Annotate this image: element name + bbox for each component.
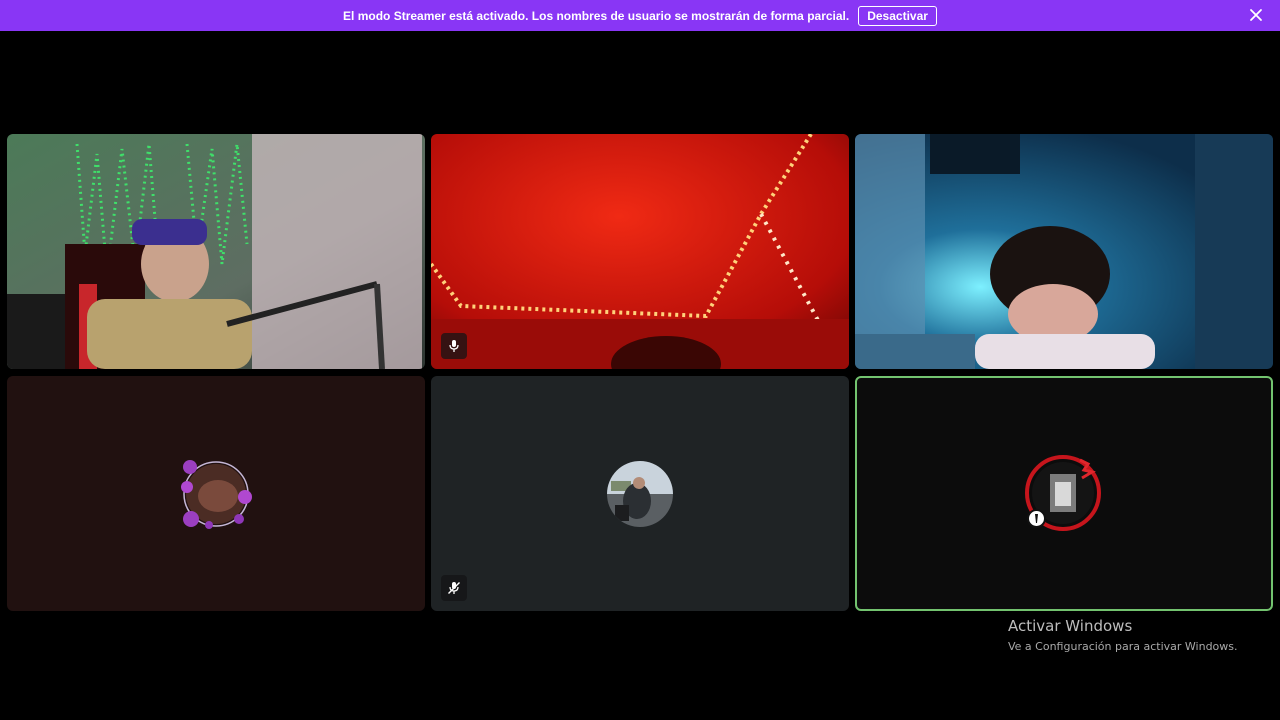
camera-feed-red-ceiling <box>431 134 849 369</box>
status-badge-icon <box>1027 509 1046 528</box>
outdoor-photo-avatar <box>607 460 673 527</box>
participant-tile-4[interactable] <box>7 376 425 611</box>
floral-frame-icon <box>181 459 252 529</box>
mic-off-icon <box>441 575 467 601</box>
watermark-title: Activar Windows <box>1008 617 1133 635</box>
video-tile-1[interactable] <box>7 134 425 369</box>
windows-activation-watermark: Activar Windows Ve a Configuración para … <box>1008 617 1238 653</box>
video-tile-2[interactable] <box>431 134 849 369</box>
participant-tile-6[interactable] <box>855 376 1273 611</box>
participant-tile-5[interactable] <box>431 376 849 611</box>
video-tile-3[interactable] <box>855 134 1273 369</box>
mic-muted-icon <box>441 333 467 359</box>
camera-feed-green-room <box>7 134 425 369</box>
streamer-mode-message: El modo Streamer está activado. Los nomb… <box>343 8 850 23</box>
deactivate-button[interactable]: Desactivar <box>858 5 937 26</box>
camera-feed-blue-room <box>855 134 1273 369</box>
streamer-mode-banner: El modo Streamer está activado. Los nomb… <box>0 0 1280 31</box>
close-icon[interactable] <box>1249 8 1263 22</box>
watermark-subtitle: Ve a Configuración para activar Windows. <box>1008 640 1238 653</box>
